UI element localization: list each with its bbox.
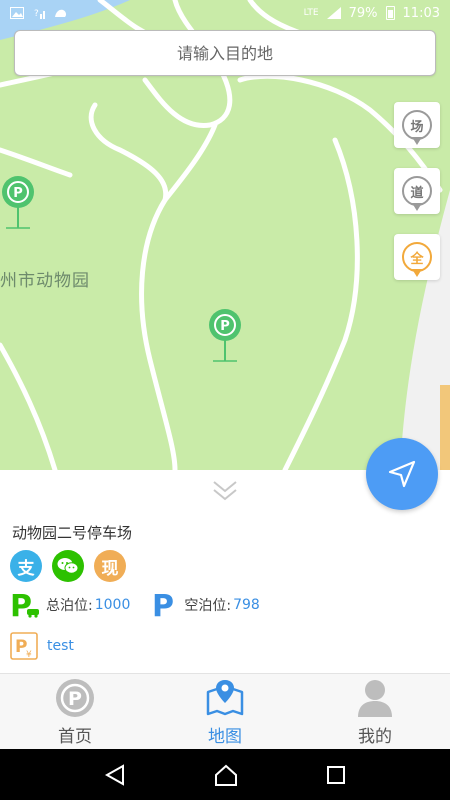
- wechat-bubbles-icon: [57, 558, 79, 574]
- status-bar: ? LTE 79% 11:03: [0, 0, 450, 26]
- empty-spaces-value: 798: [233, 597, 260, 613]
- tab-home[interactable]: P 首页: [0, 674, 150, 749]
- parking-spaces-info: P 总泊位: 1000 P 空泊位: 798: [10, 590, 282, 620]
- total-spaces-label: 总泊位:: [46, 598, 93, 614]
- svg-text:P: P: [152, 590, 174, 620]
- parking-icon: P: [55, 678, 95, 718]
- svg-text:P: P: [220, 319, 230, 334]
- wechat-icon: [52, 550, 84, 582]
- parking-fee-icon: P ¥: [10, 632, 38, 660]
- battery-icon: [385, 6, 395, 20]
- empty-spaces-label: 空泊位:: [184, 598, 232, 614]
- empty-spaces: P 空泊位: 798: [152, 590, 259, 620]
- navigation-arrow-icon: [388, 460, 416, 488]
- recent-apps-icon[interactable]: [325, 764, 347, 786]
- svg-text:?: ?: [34, 9, 39, 19]
- system-nav-bar: [0, 749, 450, 800]
- parking-marker[interactable]: P: [207, 309, 243, 367]
- image-notification-icon: [10, 7, 24, 19]
- signal-question-icon: ?: [34, 9, 45, 19]
- svg-text:P: P: [13, 186, 23, 201]
- svg-text:P: P: [68, 688, 82, 710]
- back-icon[interactable]: [103, 763, 127, 787]
- tab-map-label: 地图: [208, 727, 242, 747]
- all-filter-icon: 全: [402, 242, 432, 272]
- parking-car-icon: P: [10, 590, 39, 620]
- uc-browser-icon: [55, 9, 67, 17]
- map-icon: [205, 678, 245, 718]
- tab-map[interactable]: 地图: [150, 674, 300, 749]
- home-icon[interactable]: [214, 763, 238, 787]
- parking-marker[interactable]: P: [0, 176, 36, 234]
- price-info: P ¥ test: [10, 632, 74, 660]
- parking-pin-icon: P: [2, 176, 34, 229]
- total-spaces-value: 1000: [94, 597, 131, 613]
- tab-profile[interactable]: 我的: [300, 674, 450, 749]
- payment-methods: 支 现: [10, 550, 126, 582]
- cash-icon: 现: [94, 550, 126, 582]
- clock: 11:03: [402, 5, 440, 21]
- total-spaces: P 总泊位: 1000: [10, 590, 130, 620]
- price-text: test: [47, 638, 74, 654]
- cell-signal-icon: [326, 7, 341, 19]
- filter-parking-lot-button[interactable]: 场: [394, 102, 440, 148]
- battery-percent: 79%: [348, 5, 378, 21]
- filter-all-button[interactable]: 全: [394, 234, 440, 280]
- tab-home-label: 首页: [58, 727, 92, 747]
- user-icon: [355, 678, 395, 718]
- parking-p-icon: P: [152, 590, 174, 620]
- parking-lot-name: 动物园二号停车场: [12, 524, 133, 542]
- locate-me-button[interactable]: [366, 438, 438, 510]
- destination-search-box[interactable]: [14, 30, 436, 76]
- map-place-label: 州市动物园: [0, 271, 90, 291]
- network-type: LTE: [303, 8, 319, 18]
- svg-text:¥: ¥: [26, 650, 32, 660]
- road-filter-icon: 道: [402, 176, 432, 206]
- destination-search-input[interactable]: [15, 31, 435, 75]
- alipay-icon: 支: [10, 550, 42, 582]
- bottom-tab-bar: P 首页 地图 我的: [0, 673, 450, 749]
- lot-filter-icon: 场: [402, 110, 432, 140]
- tab-profile-label: 我的: [358, 727, 392, 747]
- chevron-down-icon[interactable]: [210, 476, 240, 506]
- parking-pin-icon: P: [209, 309, 241, 362]
- filter-road-button[interactable]: 道: [394, 168, 440, 214]
